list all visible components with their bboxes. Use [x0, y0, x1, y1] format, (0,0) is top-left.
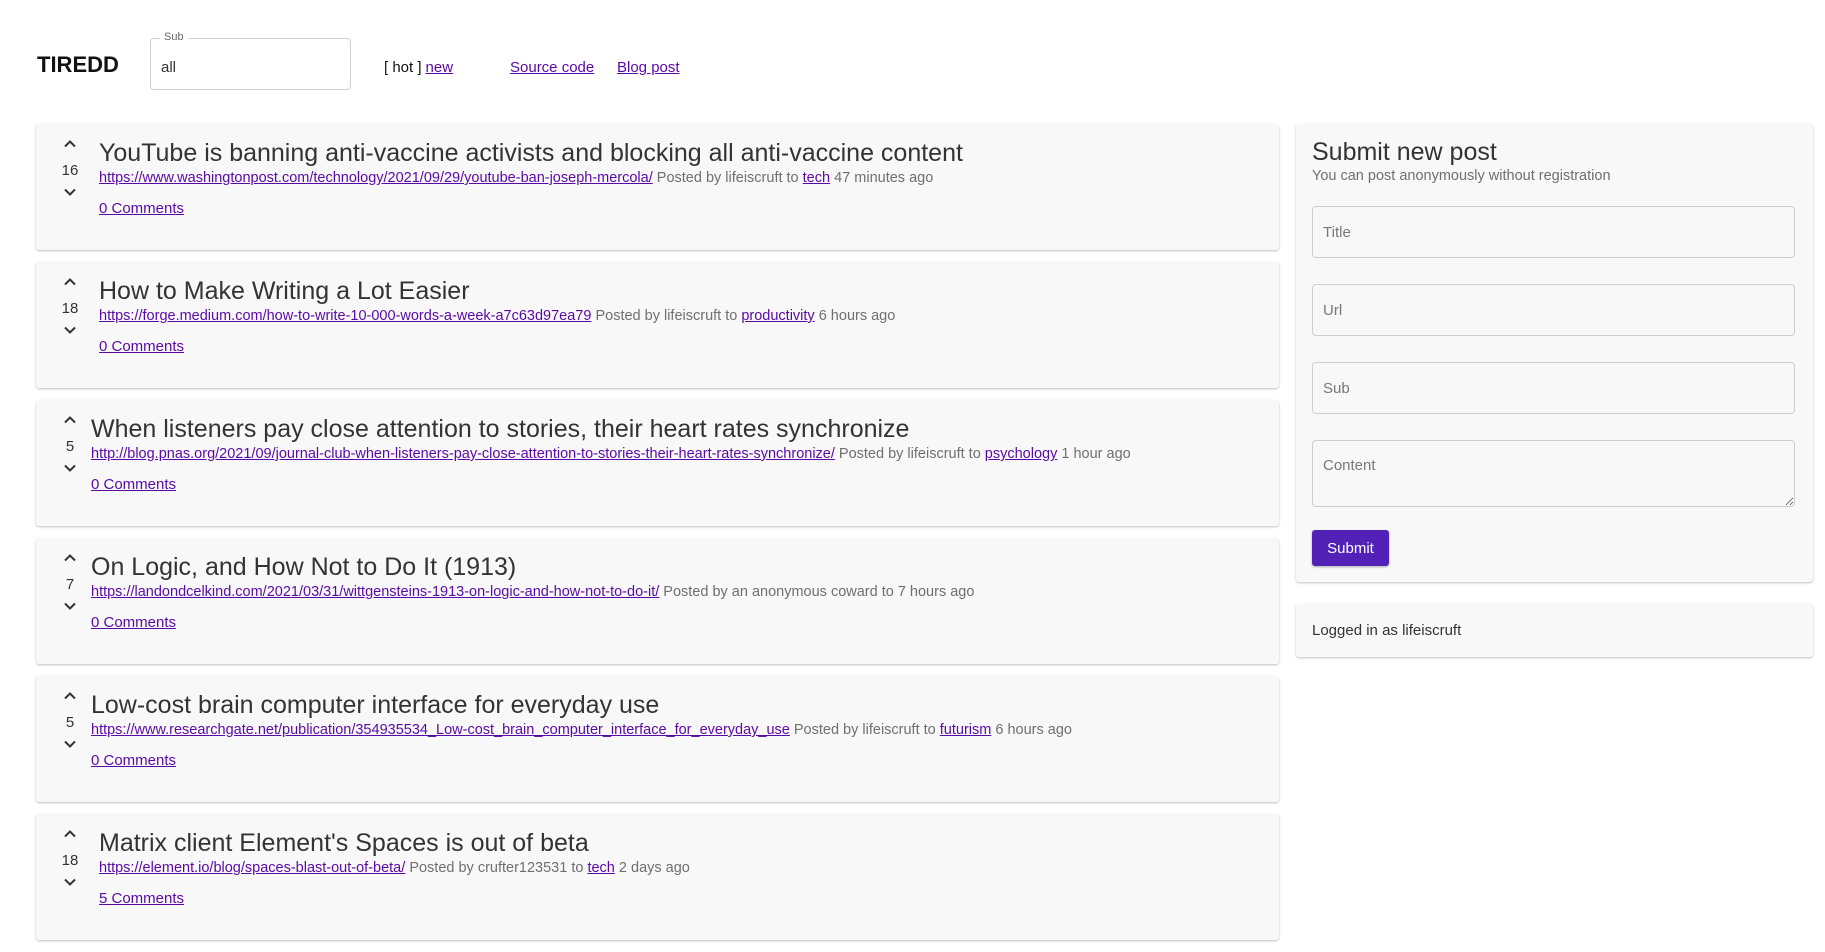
post-score: 16 — [61, 162, 79, 179]
source-code-link[interactable]: Source code — [510, 59, 594, 76]
post-comments-link[interactable]: 0 Comments — [99, 338, 184, 355]
downvote-chevron-down-icon[interactable] — [50, 736, 90, 758]
post-author: Posted by lifeiscruft to — [793, 722, 936, 738]
post-meta: https://element.io/blog/spaces-blast-out… — [99, 860, 1269, 876]
post-body: On Logic, and How Not to Do It (1913) ht… — [91, 552, 1269, 631]
post-time: 1 hour ago — [1061, 446, 1131, 462]
post-url-link[interactable]: https://www.researchgate.net/publication… — [91, 722, 790, 738]
sort-new-link[interactable]: new — [426, 59, 454, 76]
url-field[interactable] — [1312, 284, 1795, 336]
top-bar: TIREDD Sub [ hot ]new Source code Blog p… — [0, 0, 1825, 110]
post-sub-link[interactable]: futurism — [940, 722, 992, 738]
downvote-chevron-down-icon[interactable] — [50, 874, 90, 896]
sub-field-label: Sub — [160, 31, 188, 43]
post-card: 5 When listeners pay close attention to … — [36, 400, 1279, 526]
post-body: Low-cost brain computer interface for ev… — [91, 690, 1269, 769]
blog-post-link[interactable]: Blog post — [617, 59, 680, 76]
login-status-card: Logged in as lifeiscruft — [1296, 604, 1813, 657]
upvote-chevron-up-icon[interactable] — [50, 136, 90, 158]
submit-subtitle: You can post anonymously without registr… — [1312, 168, 1611, 184]
post-card: 18 Matrix client Element's Spaces is out… — [36, 814, 1279, 940]
sort-hot-label: [ hot ] — [384, 59, 422, 76]
post-url-link[interactable]: https://forge.medium.com/how-to-write-10… — [99, 308, 591, 324]
vote-controls: 16 — [50, 136, 90, 206]
post-body: YouTube is banning anti-vaccine activist… — [99, 138, 1269, 217]
vote-controls: 5 — [50, 688, 90, 758]
downvote-chevron-down-icon[interactable] — [50, 322, 90, 344]
post-meta: http://blog.pnas.org/2021/09/journal-clu… — [91, 446, 1269, 462]
post-score: 5 — [65, 438, 75, 455]
content-field[interactable] — [1312, 440, 1795, 507]
post-url-link[interactable]: https://www.washingtonpost.com/technolog… — [99, 170, 653, 186]
vote-controls: 7 — [50, 550, 90, 620]
sort-selector: [ hot ] new — [384, 59, 453, 76]
post-url-link[interactable]: https://element.io/blog/spaces-blast-out… — [99, 860, 405, 876]
sub-input[interactable] — [161, 57, 336, 77]
site-logo[interactable]: TIREDD — [37, 52, 119, 78]
post-score: 7 — [65, 576, 75, 593]
post-meta: https://forge.medium.com/how-to-write-10… — [99, 308, 1269, 324]
post-comments-link[interactable]: 5 Comments — [99, 890, 184, 907]
upvote-chevron-up-icon[interactable] — [50, 412, 90, 434]
upvote-chevron-up-icon[interactable] — [50, 688, 90, 710]
downvote-chevron-down-icon[interactable] — [50, 184, 90, 206]
post-title: On Logic, and How Not to Do It (1913) — [91, 553, 517, 581]
post-author: Posted by lifeiscruft to — [656, 170, 799, 186]
post-meta: https://www.researchgate.net/publication… — [91, 722, 1269, 738]
post-title: YouTube is banning anti-vaccine activist… — [99, 139, 963, 167]
post-title: When listeners pay close attention to st… — [91, 415, 910, 443]
post-url-link[interactable]: https://landondcelkind.com/2021/03/31/wi… — [91, 584, 659, 600]
submit-title: Submit new post — [1312, 138, 1497, 166]
post-score: 18 — [61, 852, 79, 869]
post-body: When listeners pay close attention to st… — [91, 414, 1269, 493]
post-sub-link[interactable]: tech — [587, 860, 614, 876]
post-title: Matrix client Element's Spaces is out of… — [99, 829, 589, 857]
post-body: Matrix client Element's Spaces is out of… — [99, 828, 1269, 907]
sub-input-field[interactable] — [1312, 362, 1795, 414]
post-card: 5 Low-cost brain computer interface for … — [36, 676, 1279, 802]
post-time: 2 days ago — [618, 860, 690, 876]
upvote-chevron-up-icon[interactable] — [50, 274, 90, 296]
post-author: Posted by an anonymous coward to 7 hours… — [663, 584, 975, 600]
vote-controls: 18 — [50, 274, 90, 344]
login-status: Logged in as lifeiscruft — [1312, 622, 1462, 639]
post-sub-link[interactable]: psychology — [985, 446, 1058, 462]
post-time: 47 minutes ago — [834, 170, 934, 186]
downvote-chevron-down-icon[interactable] — [50, 598, 90, 620]
post-score: 5 — [65, 714, 75, 731]
vote-controls: 18 — [50, 826, 90, 896]
post-author: Posted by lifeiscruft to — [838, 446, 981, 462]
post-meta: https://landondcelkind.com/2021/03/31/wi… — [91, 584, 1269, 600]
post-time: 6 hours ago — [818, 308, 896, 324]
post-author: Posted by crufter123531 to — [409, 860, 584, 876]
post-sub-link[interactable]: productivity — [741, 308, 814, 324]
post-title: Low-cost brain computer interface for ev… — [91, 691, 660, 719]
post-comments-link[interactable]: 0 Comments — [99, 200, 184, 217]
post-card: 16 YouTube is banning anti-vaccine activ… — [36, 124, 1279, 250]
sub-field[interactable]: Sub — [150, 31, 351, 90]
post-comments-link[interactable]: 0 Comments — [91, 614, 176, 631]
title-field[interactable] — [1312, 206, 1795, 258]
post-score: 18 — [61, 300, 79, 317]
post-body: How to Make Writing a Lot Easier https:/… — [99, 276, 1269, 355]
upvote-chevron-up-icon[interactable] — [50, 550, 90, 572]
submit-button[interactable]: Submit — [1312, 530, 1389, 566]
post-card: 18 How to Make Writing a Lot Easier http… — [36, 262, 1279, 388]
post-list: 16 YouTube is banning anti-vaccine activ… — [36, 124, 1279, 952]
post-sub-link[interactable]: tech — [803, 170, 830, 186]
post-meta: https://www.washingtonpost.com/technolog… — [99, 170, 1269, 186]
post-comments-link[interactable]: 0 Comments — [91, 752, 176, 769]
post-author: Posted by lifeiscruft to — [595, 308, 738, 324]
post-url-link[interactable]: http://blog.pnas.org/2021/09/journal-clu… — [91, 446, 835, 462]
submit-post-card: Submit new post You can post anonymously… — [1296, 124, 1813, 582]
vote-controls: 5 — [50, 412, 90, 482]
post-card: 7 On Logic, and How Not to Do It (1913) … — [36, 538, 1279, 664]
post-time: 6 hours ago — [995, 722, 1072, 738]
post-comments-link[interactable]: 0 Comments — [91, 476, 176, 493]
post-title: How to Make Writing a Lot Easier — [99, 277, 470, 305]
downvote-chevron-down-icon[interactable] — [50, 460, 90, 482]
upvote-chevron-up-icon[interactable] — [50, 826, 90, 848]
